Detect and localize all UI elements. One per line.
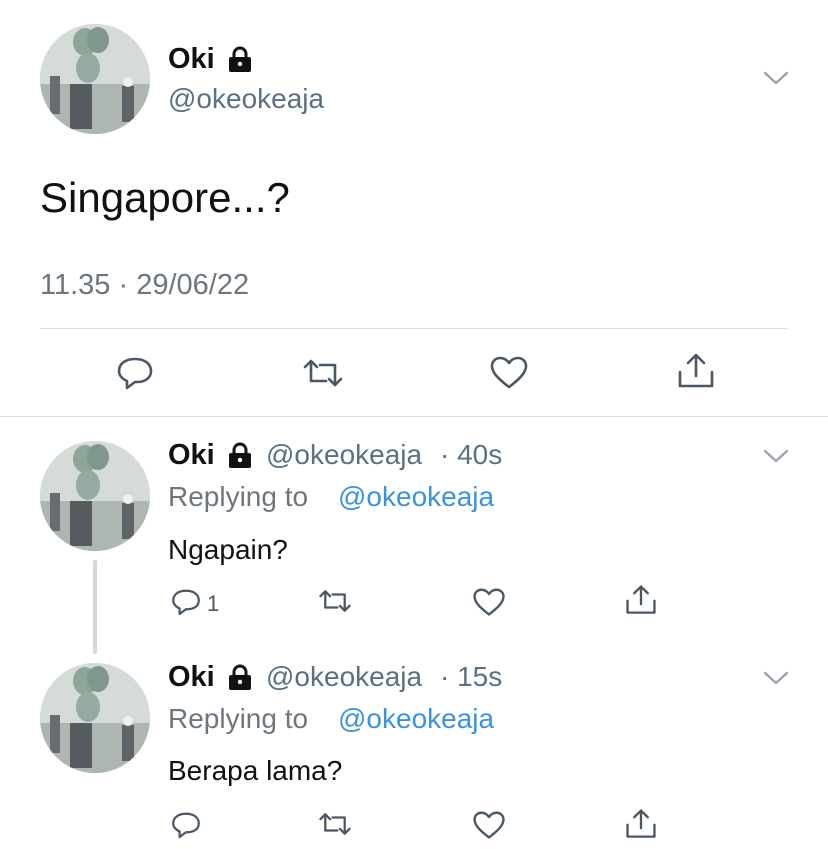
avatar[interactable] <box>40 663 150 773</box>
author-name[interactable]: Oki <box>168 438 215 472</box>
reply-icon[interactable] <box>170 810 202 840</box>
tweet-text: Singapore...? <box>40 174 290 221</box>
tweet-timestamp: 11.35 · 29/06/22 <box>40 269 250 301</box>
replying-to-handle[interactable]: @okeokeaja <box>338 702 494 736</box>
reply-count: 1 <box>207 591 220 616</box>
avatar[interactable] <box>40 441 150 551</box>
thread-line <box>93 560 97 654</box>
divider <box>0 416 828 417</box>
lock-icon <box>226 441 254 469</box>
author-name[interactable]: Oki <box>168 42 215 76</box>
share-icon[interactable] <box>676 352 716 390</box>
divider <box>40 328 788 329</box>
chevron-down-icon[interactable] <box>762 666 790 695</box>
heart-icon[interactable] <box>489 356 529 390</box>
heart-icon[interactable] <box>472 588 506 617</box>
share-icon[interactable] <box>624 808 658 840</box>
retweet-icon[interactable] <box>318 811 352 837</box>
reply-icon[interactable] <box>170 587 202 617</box>
reply-time: · 15s <box>440 661 503 692</box>
replying-to-label: Replying to <box>168 703 309 734</box>
retweet-icon[interactable] <box>318 588 352 614</box>
author-handle[interactable]: @okeokeaja <box>266 438 422 472</box>
heart-icon[interactable] <box>472 811 506 840</box>
author-name[interactable]: Oki <box>168 660 215 694</box>
tweet-text: Berapa lama? <box>168 755 343 786</box>
chevron-down-icon[interactable] <box>762 444 790 473</box>
reply-time: · 40s <box>440 439 503 470</box>
author-handle[interactable]: @okeokeaja <box>168 82 324 116</box>
lock-icon <box>226 663 254 691</box>
tweet-text: Ngapain? <box>168 534 288 565</box>
replying-to-label: Replying to <box>168 481 309 512</box>
share-icon[interactable] <box>624 584 658 616</box>
lock-icon <box>226 45 254 73</box>
author-handle[interactable]: @okeokeaja <box>266 660 422 694</box>
reply-icon[interactable] <box>115 355 155 391</box>
chevron-down-icon[interactable] <box>762 66 790 95</box>
replying-to-handle[interactable]: @okeokeaja <box>338 480 494 514</box>
avatar[interactable] <box>40 24 150 134</box>
retweet-icon[interactable] <box>302 357 344 389</box>
